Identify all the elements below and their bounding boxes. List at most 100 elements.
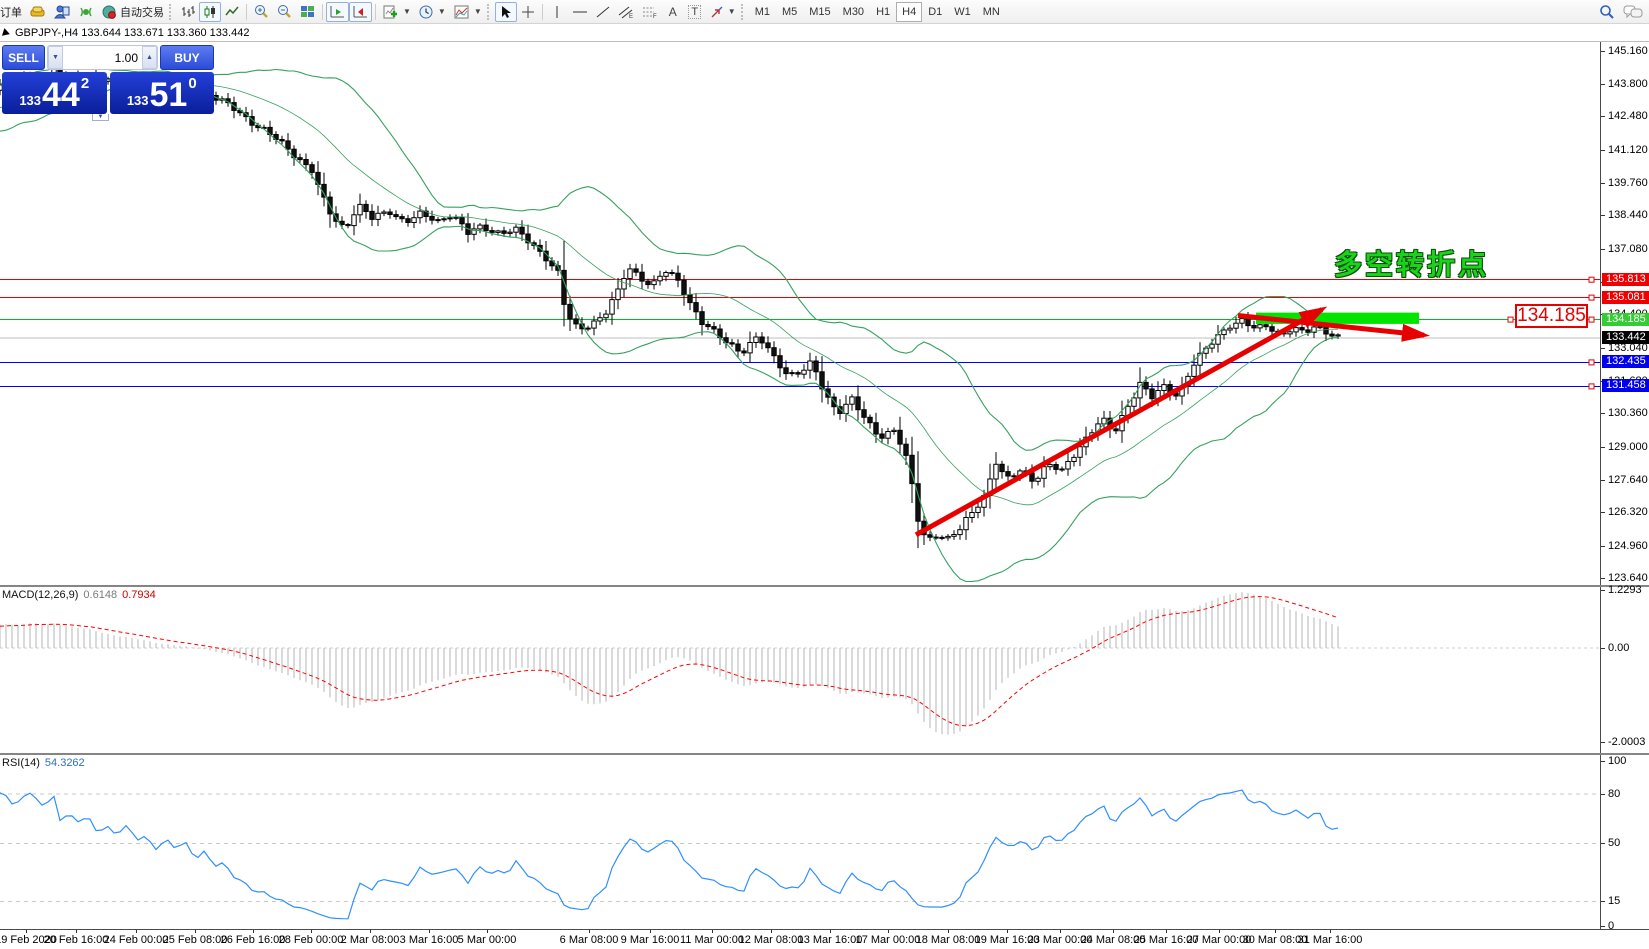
channel-tool[interactable]: E <box>614 2 638 22</box>
dropdown-arrow-icon: ▼ <box>474 7 482 16</box>
templates-button[interactable]: ▼ <box>450 2 486 22</box>
broadcast-icon <box>78 5 94 19</box>
zoom-in-button[interactable] <box>250 2 273 22</box>
new-order-icon-button[interactable] <box>26 2 50 22</box>
time-tick <box>888 930 889 933</box>
time-label: 5 Mar 00:00 <box>458 934 517 946</box>
search-icon[interactable] <box>1599 4 1615 20</box>
timeframe-m1[interactable]: M1 <box>749 2 776 22</box>
arrows-shapes-icon <box>710 5 724 19</box>
candlestick-mode-button[interactable] <box>199 2 221 22</box>
volume-increase-button[interactable]: ▲ <box>142 46 157 69</box>
price-tick <box>1601 546 1605 547</box>
price-tick <box>1601 348 1605 349</box>
timeframe-m30[interactable]: M30 <box>837 2 870 22</box>
periods-button[interactable]: ▼ <box>415 2 450 22</box>
zoom-out-button[interactable] <box>273 2 296 22</box>
sell-price-base: 133 <box>19 93 41 108</box>
price-axis[interactable]: 145.160143.800142.480141.120139.760138.4… <box>1600 42 1649 585</box>
sell-button[interactable]: SELL <box>2 45 45 70</box>
macd-pane[interactable]: MACD(12,26,9) 0.6148 0.7934 1.22930.00-2… <box>0 587 1649 753</box>
autotrading-button[interactable]: 自动交易 <box>98 2 168 22</box>
timeframe-m5[interactable]: M5 <box>776 2 803 22</box>
svg-text:E: E <box>629 14 633 19</box>
horizontal-line-tool[interactable] <box>568 2 592 22</box>
label-tool[interactable]: T <box>684 2 706 22</box>
bar-chart-mode-button[interactable] <box>177 2 199 22</box>
price-tick <box>1601 249 1605 250</box>
fibonacci-tool[interactable]: F <box>638 2 662 22</box>
time-label: 26 Feb 16:00 <box>221 934 286 946</box>
metaeditor-button[interactable] <box>50 2 74 22</box>
price-label: 130.360 <box>1608 407 1648 419</box>
crosshair-icon <box>521 5 535 19</box>
price-tick <box>1601 215 1605 216</box>
channel-icon: E <box>618 5 634 19</box>
crosshair-tool-button[interactable] <box>517 2 539 22</box>
vertical-line-icon <box>552 5 562 19</box>
timeframe-h1[interactable]: H1 <box>870 2 896 22</box>
timeframe-d1[interactable]: D1 <box>922 2 948 22</box>
chat-icon[interactable] <box>1623 4 1643 20</box>
price-flag-135.081: 135.081 <box>1602 291 1649 304</box>
arrows-tool[interactable]: ▼ <box>706 2 740 22</box>
buy-price-display[interactable]: 133 51 0 <box>110 72 215 114</box>
timeframe-w1[interactable]: W1 <box>948 2 977 22</box>
price-label: 139.760 <box>1608 177 1648 189</box>
volume-input[interactable] <box>63 46 142 69</box>
bar-chart-icon <box>181 5 195 19</box>
chart-shift-button[interactable] <box>349 2 372 22</box>
rsi-pane[interactable]: RSI(14) 54.3262 1008050150 <box>0 755 1649 929</box>
line-anchor-handle[interactable] <box>1589 384 1594 389</box>
price-chart-canvas[interactable] <box>0 42 1600 585</box>
line-anchor-handle[interactable] <box>1589 277 1594 282</box>
line-anchor-handle[interactable] <box>1508 317 1513 322</box>
rsi-axis[interactable]: 1008050150 <box>1600 755 1649 929</box>
tile-windows-button[interactable] <box>296 2 319 22</box>
trend-arrow-up[interactable] <box>916 309 1322 534</box>
rsi-tick <box>1601 794 1605 795</box>
trade-panel-collapse-tab[interactable]: ▼ <box>92 114 109 121</box>
line-anchor-handle[interactable] <box>1589 360 1594 365</box>
time-tick <box>650 930 651 933</box>
order-button-label: 订单 <box>0 4 22 20</box>
line-chart-mode-button[interactable] <box>221 2 243 22</box>
price-chart-pane[interactable]: SELL ▼ ▲ BUY 133 44 2 133 51 0 ▼ 多空转折点 1… <box>0 42 1649 585</box>
macd-label: MACD(12,26,9) <box>2 589 78 601</box>
chart-window-titlebar[interactable]: GBPJPY-,H4 133.644 133.671 133.360 133.4… <box>0 24 1649 42</box>
price-callout-box[interactable]: 134.185 <box>1515 304 1588 328</box>
rsi-tick <box>1601 761 1605 762</box>
order-button[interactable]: 订单 <box>0 2 26 22</box>
macd-axis[interactable]: 1.22930.00-2.0003 <box>1600 587 1649 753</box>
buy-button[interactable]: BUY <box>160 45 214 70</box>
new-chart-button[interactable]: ▼ <box>379 2 415 22</box>
price-label: 127.640 <box>1608 474 1648 486</box>
macd-label: 0.00 <box>1608 642 1629 654</box>
volume-decrease-button[interactable]: ▼ <box>48 46 63 69</box>
sell-price-display[interactable]: 133 44 2 <box>2 72 107 114</box>
rsi-tick <box>1601 843 1605 844</box>
line-anchor-handle[interactable] <box>1589 317 1594 322</box>
timeframe-h4[interactable]: H4 <box>896 2 922 22</box>
price-flag-134.185: 134.185 <box>1602 313 1649 326</box>
zoom-out-icon <box>277 4 292 19</box>
time-label: 17 Mar 00:00 <box>856 934 921 946</box>
time-axis[interactable]: 19 Feb 202020 Feb 16:0024 Feb 00:0025 Fe… <box>0 929 1649 949</box>
signals-button[interactable] <box>74 2 98 22</box>
zoom-in-icon <box>254 4 269 19</box>
vertical-line-tool[interactable] <box>546 2 568 22</box>
line-anchor-handle[interactable] <box>1589 295 1594 300</box>
trendline-tool[interactable] <box>592 2 614 22</box>
timeframe-m15[interactable]: M15 <box>803 2 836 22</box>
cursor-tool-button[interactable] <box>495 2 517 22</box>
auto-scroll-button[interactable] <box>326 2 349 22</box>
turning-point-annotation[interactable]: 多空转折点 <box>1334 243 1489 283</box>
text-tool[interactable]: A <box>662 2 684 22</box>
time-label: 20 Feb 16:00 <box>44 934 109 946</box>
macd-value-signal: 0.7934 <box>122 589 156 601</box>
price-label: 143.800 <box>1608 78 1648 90</box>
timeframe-mn[interactable]: MN <box>977 2 1006 22</box>
sell-price-pip: 2 <box>81 75 89 92</box>
volume-control: ▼ ▲ <box>47 45 158 70</box>
candlestick-icon <box>203 5 217 19</box>
